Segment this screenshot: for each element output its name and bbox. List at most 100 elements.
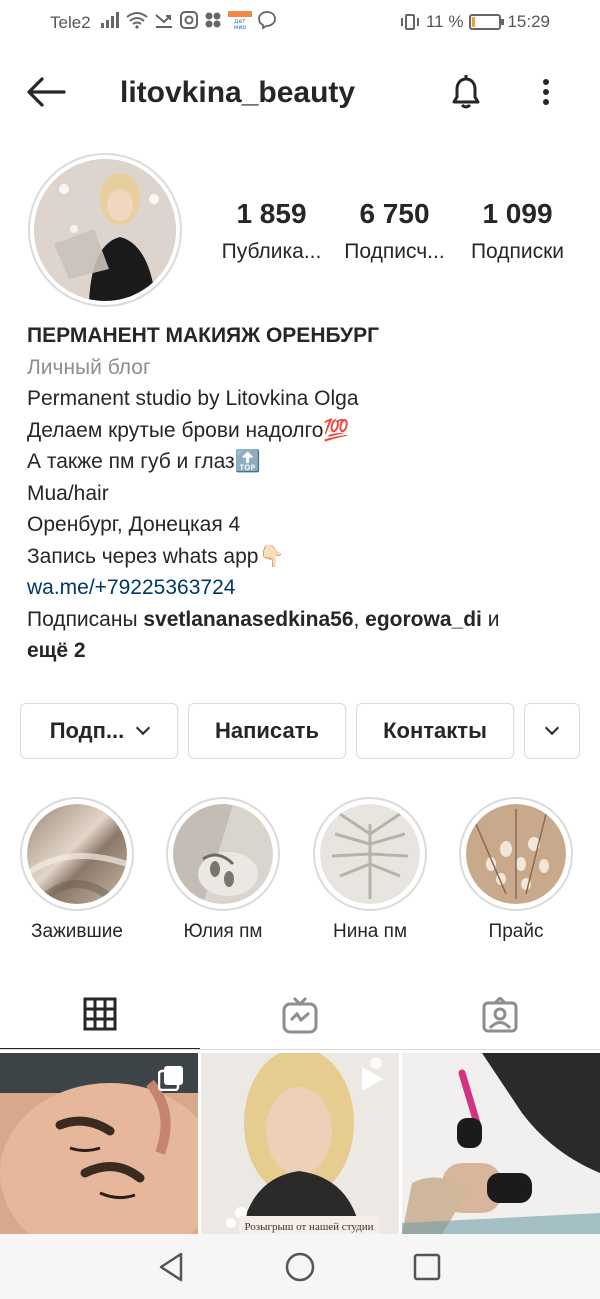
profile-header: litovkina_beauty [0,60,600,124]
followers-label: Подписч... [344,240,445,263]
followers-count: 6 750 [359,198,430,229]
bio-line: Запись через whats app👇🏻 [27,544,285,568]
profile-bio: ПЕРМАНЕНТ МАКИЯЖ ОРЕНБУРГ Личный блог Pe… [27,320,587,667]
posts-label: Публика... [221,240,322,263]
profile-category: Личный блог [27,355,151,379]
video-play-icon [362,1067,383,1091]
signal-icon [101,12,119,28]
carousel-icon [158,1066,183,1091]
status-right: 11 % 15:29 [400,12,550,32]
highlight-label: Нина пм [332,921,408,942]
highlight-cover [466,804,566,904]
profile-stats: 1 859 Публика... 6 750 Подписч... 1 099 … [210,198,580,264]
clock: 15:29 [507,12,550,31]
battery-percent: 11 % [425,12,464,31]
post-thumbnail[interactable] [0,1053,198,1234]
highlight-ring [313,797,427,911]
highlight-ring [459,797,573,911]
following-dropdown-button[interactable]: Подп... [20,703,178,759]
highlight-ring [166,797,280,911]
igtv-icon [282,996,318,1034]
followed-sep: , [353,607,366,631]
suggested-accounts-button[interactable] [524,703,580,759]
notifications-button[interactable] [446,72,486,112]
more-vertical-icon [543,79,549,105]
chevron-down-icon [136,720,151,736]
followed-and: и [481,607,500,631]
nav-recents-button[interactable] [410,1250,444,1284]
vibrate-icon [400,14,419,30]
battery-icon [469,14,505,30]
profile-tabs [0,980,600,1050]
followed-user-2[interactable]: egorowa_di [365,608,482,631]
profile-display-name: ПЕРМАНЕНТ МАКИЯЖ ОРЕНБУРГ [27,324,380,347]
highlight-price[interactable]: Прайс [459,797,573,943]
tabs-divider [0,1049,600,1050]
post-image [402,1053,600,1234]
arrow-left-icon [27,77,66,107]
nav-back-button[interactable] [155,1250,189,1284]
tab-tagged[interactable] [400,980,600,1050]
highlight-cover [320,804,420,904]
stat-followers[interactable]: 6 750 Подписч... [333,198,456,264]
tab-igtv[interactable] [200,980,400,1050]
app-icon [205,12,221,28]
carrier-name: Tele2 [50,13,91,32]
svg-text:мир: мир [234,24,246,29]
post-caption-overlay: Розыгрыш от нашей студии [239,1216,379,1234]
followed-more[interactable]: ещё 2 [27,639,86,662]
status-bar: Tele2 дет мир 11 % 15:29 [0,0,600,46]
wifi-icon [126,12,148,29]
highlight-healed[interactable]: Зажившие [20,797,134,943]
followed-by[interactable]: Подписаны svetlananasedkina56, egorowa_d… [27,604,587,667]
bell-icon [452,75,480,109]
tab-posts-grid[interactable] [0,980,200,1050]
highlight-label: Юлия пм [183,921,263,942]
triangle-back-icon [159,1252,183,1282]
stat-posts[interactable]: 1 859 Публика... [210,198,333,264]
highlight-nina[interactable]: Нина пм [313,797,427,943]
followed-user-1[interactable]: svetlananasedkina56 [143,608,353,631]
following-label: Подписки [470,240,565,263]
posts-grid: Розыгрыш от нашей студии [0,1053,600,1234]
grid-icon [83,997,117,1031]
posts-count: 1 859 [236,198,307,229]
status-icons: дет мир [100,11,276,29]
bio-link[interactable]: wa.me/+79225363724 [27,572,587,604]
chevron-down-icon [544,720,560,736]
highlight-yulia[interactable]: Юлия пм [166,797,280,943]
avatar-photo [34,159,176,301]
highlight-cover [173,804,273,904]
post-thumbnail[interactable]: Розыгрыш от нашей студии [201,1053,399,1234]
missed-call-icon [155,14,172,28]
system-nav-bar [0,1234,600,1299]
square-recents-icon [413,1253,441,1281]
message-button[interactable]: Написать [188,703,346,759]
highlight-label: Зажившие [31,921,123,942]
back-button[interactable] [24,74,68,110]
contacts-button[interactable]: Контакты [356,703,514,759]
more-options-button[interactable] [532,74,560,110]
following-count: 1 099 [482,198,553,229]
highlight-cover [27,804,127,904]
profile-username: litovkina_beauty [120,76,356,109]
bio-line: Оренбург, Донецкая 4 [27,513,241,536]
stat-following[interactable]: 1 099 Подписки [456,198,579,264]
profile-actions: Подп... Написать Контакты [20,703,580,759]
followed-prefix: Подписаны [27,607,144,631]
instagram-icon [180,11,198,29]
tagged-user-icon [482,997,518,1033]
viber-icon [258,11,276,29]
nav-home-button[interactable] [283,1250,317,1284]
contacts-button-label: Контакты [383,718,487,743]
post-thumbnail[interactable] [402,1053,600,1234]
detmir-icon: детмир [228,11,252,29]
highlight-ring [20,797,134,911]
bio-line: Mua/hair [27,481,109,505]
bio-line: А также пм губ и глаз🔝 [27,450,261,473]
avatar[interactable] [34,159,176,301]
following-button-label: Подп... [49,718,125,743]
message-button-label: Написать [215,718,319,743]
circle-home-icon [285,1252,315,1282]
bio-line: Permanent studio by Litovkina Olga [27,387,359,410]
